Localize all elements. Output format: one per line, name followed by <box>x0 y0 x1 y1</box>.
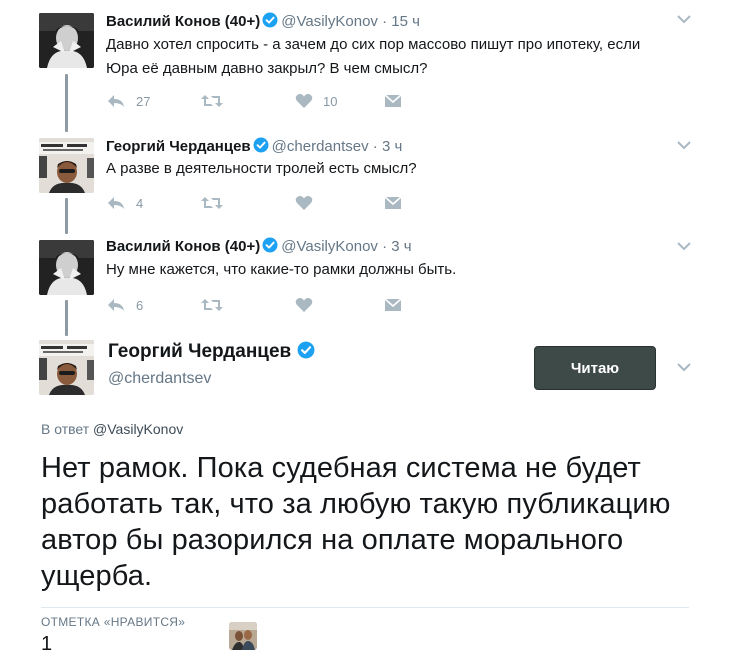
author-name[interactable]: Василий Конов (40+) <box>106 13 260 30</box>
direct-message-button[interactable] <box>384 295 402 315</box>
follow-button[interactable]: Читаю <box>534 346 656 390</box>
verified-badge-icon <box>262 237 278 257</box>
reply-prefix: В ответ <box>41 421 90 437</box>
tweet-text: А разве в деятельности тролей есть смысл… <box>106 160 417 177</box>
chevron-down-icon[interactable] <box>676 360 692 372</box>
thread-connector <box>65 198 68 234</box>
avatar[interactable] <box>39 240 94 295</box>
direct-message-icon <box>384 93 402 109</box>
likes-label[interactable]: ОТМЕТКА «НРАВИТСЯ» <box>41 615 185 629</box>
liker-avatar[interactable] <box>229 622 257 650</box>
likes-count[interactable]: 1 <box>41 633 52 656</box>
chevron-down-icon[interactable] <box>676 239 692 251</box>
author-handle[interactable]: @VasilyKonov <box>281 13 378 30</box>
author-name-text[interactable]: Георгий Черданцев <box>108 341 291 362</box>
retweet-button[interactable] <box>200 193 224 213</box>
tweet-header: Василий Конов (40+) @VasilyKonov · 3 ч <box>106 237 412 257</box>
like-button[interactable] <box>295 295 313 315</box>
heart-icon <box>295 195 313 211</box>
reply-count: 4 <box>136 195 144 211</box>
like-button[interactable] <box>295 193 313 213</box>
author-handle[interactable]: @VasilyKonov <box>281 238 378 255</box>
tweet-header: Василий Конов (40+) @VasilyKonov · 15 ч <box>106 12 420 32</box>
like-button[interactable]: 10 <box>295 91 337 111</box>
reply-to-handle[interactable]: @VasilyKonov <box>93 421 183 437</box>
tweet-header: Георгий Черданцев @cherdantsev · 3 ч <box>106 137 402 157</box>
reply-icon <box>106 297 126 313</box>
reply-icon <box>106 195 126 211</box>
heart-icon <box>295 93 313 109</box>
tweet-text: Давно хотел спросить - а зачем до сих по… <box>106 36 641 77</box>
retweet-icon <box>200 297 224 313</box>
divider <box>41 607 689 608</box>
retweet-icon <box>200 195 224 211</box>
direct-message-button[interactable] <box>384 91 402 111</box>
tweet-time[interactable]: 3 ч <box>391 238 411 255</box>
tweet-time[interactable]: 15 ч <box>391 13 420 30</box>
like-count: 10 <box>323 93 338 109</box>
tweet-text: Ну мне кажется, что какие-то рамки должн… <box>106 261 457 278</box>
reply-count: 6 <box>136 297 144 313</box>
separator-dot: · <box>382 13 388 30</box>
reply-button[interactable]: 4 <box>106 193 143 213</box>
tweet-time[interactable]: 3 ч <box>382 138 402 155</box>
reply-icon <box>106 93 126 109</box>
separator-dot: · <box>372 138 378 155</box>
direct-message-button[interactable] <box>384 193 402 213</box>
retweet-icon <box>200 93 224 109</box>
direct-message-icon <box>384 195 402 211</box>
retweet-button[interactable] <box>200 91 224 111</box>
verified-badge-icon <box>253 137 269 157</box>
direct-message-icon <box>384 297 402 313</box>
separator-dot: · <box>382 238 388 255</box>
reply-button[interactable]: 27 <box>106 91 150 111</box>
retweet-button[interactable] <box>200 295 224 315</box>
main-tweet-text: Нет рамок. Пока судебная система не буде… <box>41 452 671 592</box>
thread-connector <box>65 74 68 132</box>
author-name[interactable]: Василий Конов (40+) <box>106 238 260 255</box>
avatar[interactable] <box>39 340 94 395</box>
author-name[interactable]: Георгий Черданцев <box>108 341 318 365</box>
reply-count: 27 <box>136 93 151 109</box>
heart-icon <box>295 297 313 313</box>
reply-button[interactable]: 6 <box>106 295 143 315</box>
chevron-down-icon[interactable] <box>676 138 692 150</box>
thread-connector <box>65 300 68 336</box>
verified-badge-icon <box>297 341 315 365</box>
author-handle[interactable]: @cherdantsev <box>108 370 211 388</box>
author-name[interactable]: Георгий Черданцев <box>106 138 251 155</box>
author-handle[interactable]: @cherdantsev <box>272 138 369 155</box>
reply-context: В ответ @VasilyKonov <box>41 421 183 437</box>
verified-badge-icon <box>262 12 278 32</box>
avatar[interactable] <box>39 13 94 68</box>
chevron-down-icon[interactable] <box>676 12 692 24</box>
avatar[interactable] <box>39 138 94 193</box>
